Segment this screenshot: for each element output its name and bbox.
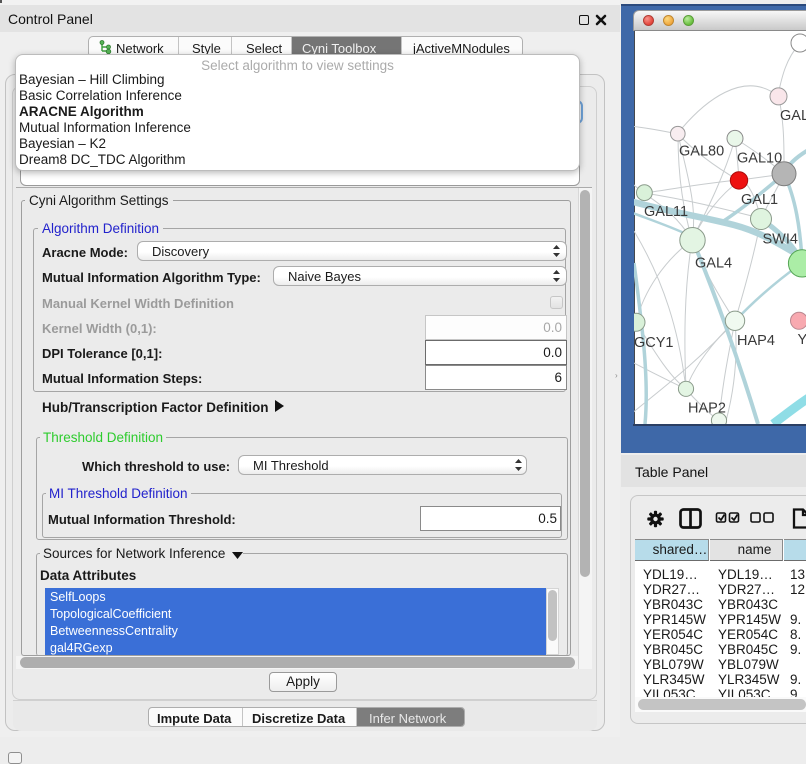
svg-text:HAP2: HAP2 [688,401,726,417]
svg-text:GAL4: GAL4 [695,256,732,272]
svg-text:GAL11: GAL11 [644,204,688,220]
svg-text:GAL7: GAL7 [780,108,806,124]
svg-text:SWI4: SWI4 [763,232,798,248]
svg-text:Y: Y [798,332,806,348]
svg-text:GAL80: GAL80 [679,144,724,160]
svg-text:GCY1: GCY1 [634,335,674,351]
svg-text:GAL1: GAL1 [741,192,778,208]
svg-text:HAP4: HAP4 [737,333,775,349]
svg-text:GAL10: GAL10 [737,151,782,167]
